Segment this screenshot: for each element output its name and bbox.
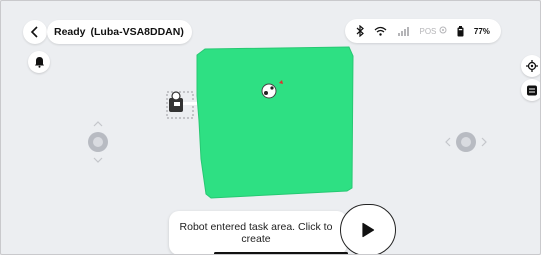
cellular-icon [398, 27, 410, 36]
crosshair-icon [526, 60, 538, 72]
bluetooth-icon [356, 25, 364, 37]
map-settings-button[interactable] [521, 79, 540, 101]
left-joystick[interactable] [88, 121, 108, 163]
bell-icon [34, 57, 44, 68]
toast-message: Robot entered task area. Click to create [179, 221, 333, 245]
start-button[interactable] [340, 204, 396, 254]
locate-button[interactable] [521, 55, 540, 77]
satellite-icon [439, 26, 447, 34]
battery-icon [457, 25, 464, 36]
pos-indicator: POS [419, 26, 447, 36]
connection-status-bar[interactable]: POS 77% [345, 19, 501, 43]
pos-label: POS [419, 27, 437, 36]
wifi-icon [374, 26, 387, 36]
battery-percent: 77% [473, 26, 490, 36]
device-name: (Luba-VSA8DDAN) [90, 26, 184, 38]
device-status-title: Ready (Luba-VSA8DDAN) [47, 20, 192, 44]
right-joystick[interactable] [445, 132, 487, 152]
back-button[interactable] [23, 20, 47, 44]
task-area-toast[interactable]: Robot entered task area. Click to create [169, 211, 347, 254]
app-screen: Ready (Luba-VSA8DDAN) POS 77% Robot ente… [0, 0, 541, 255]
sliders-icon [527, 85, 537, 95]
notification-button[interactable] [28, 51, 50, 73]
play-icon [362, 222, 375, 238]
chevron-left-icon [30, 26, 38, 38]
charging-station-icon[interactable] [166, 91, 197, 119]
status-text: Ready [54, 26, 86, 38]
task-area [196, 46, 354, 199]
